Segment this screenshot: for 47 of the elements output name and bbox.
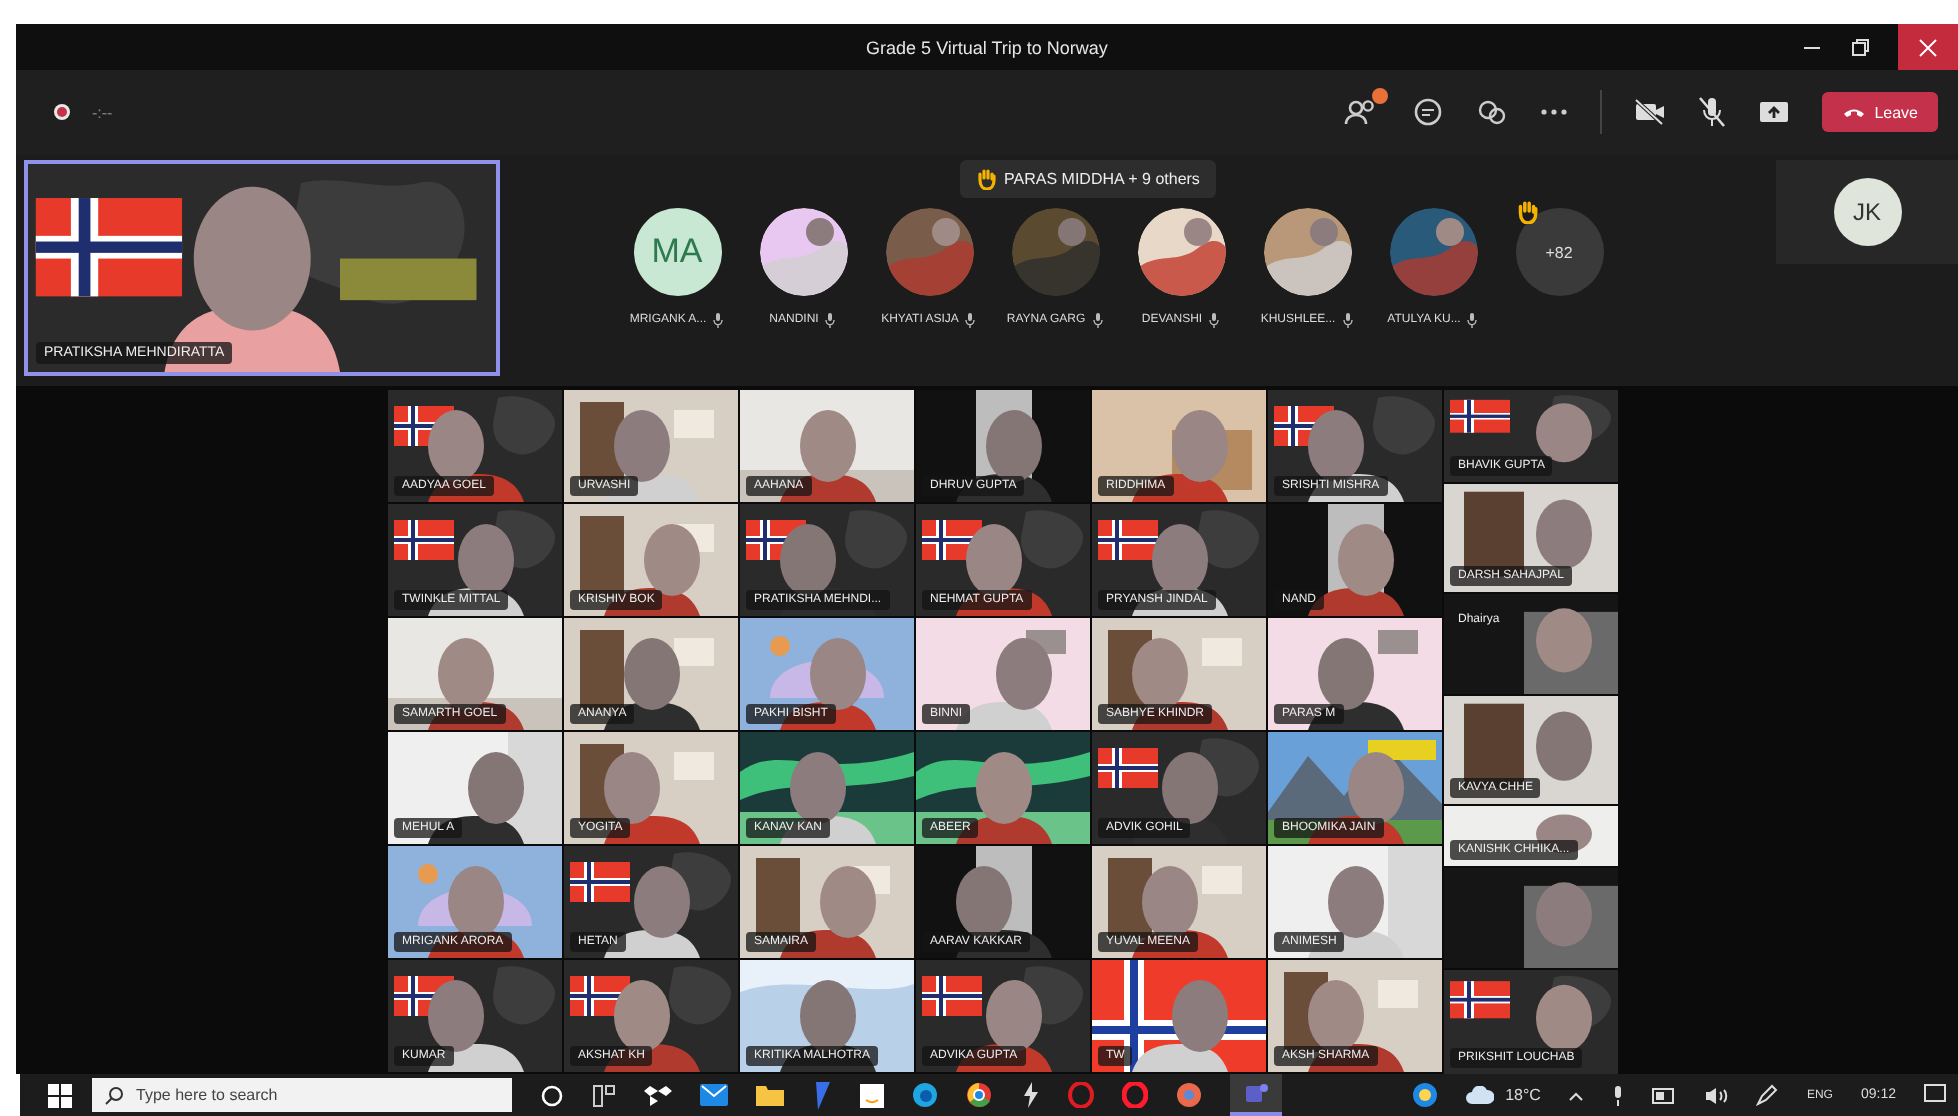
close-button[interactable] [1898,24,1958,70]
chat-icon[interactable] [1412,96,1445,128]
microphone-icon [1466,312,1479,328]
search-icon [104,1086,124,1106]
meeting-timer: -:-- [92,103,113,121]
share-screen-icon[interactable] [1758,98,1791,126]
microphone-icon [1341,312,1354,328]
teams-taskbar-button[interactable] [1230,1074,1282,1116]
microphone-icon [824,312,837,328]
raised-hands-text: PARAS MIDDHA + 9 others [1004,170,1200,188]
restore-icon[interactable] [1850,37,1870,57]
chevron-up-icon[interactable] [1568,1089,1585,1101]
start-icon[interactable] [48,1083,72,1107]
window-title: Grade 5 Virtual Trip to Norway [866,37,1108,57]
folder-icon[interactable] [756,1084,784,1106]
browser-icon[interactable] [966,1082,992,1108]
speaker-icon[interactable] [1704,1085,1729,1105]
raised-hand-icon [976,168,997,190]
help-icon[interactable] [1411,1082,1438,1108]
more-options-icon[interactable] [1540,108,1569,116]
microphone-off-icon[interactable] [1698,96,1727,128]
mail-icon[interactable] [700,1084,728,1106]
close-icon [1918,37,1938,57]
taskbar-app-icon[interactable] [860,1083,884,1107]
taskbar-app-icon[interactable] [592,1083,616,1107]
taskbar-app-icon[interactable] [1020,1082,1040,1108]
pen-icon[interactable] [1756,1084,1779,1106]
microphone-icon [964,312,977,328]
reactions-icon[interactable] [1476,96,1509,128]
microphone-icon [712,312,725,328]
cloud-icon [1465,1086,1494,1104]
battery-icon [1652,1087,1677,1103]
search-field[interactable]: Type here to search [92,1078,512,1112]
microphone-icon [1612,1085,1625,1105]
initials-avatar[interactable]: JK [1833,178,1901,246]
microphone-icon [1208,312,1221,328]
people-icon [1243,1080,1269,1106]
taskbar-app-icon[interactable] [644,1083,672,1107]
phone-icon [1842,104,1867,120]
browser-icon[interactable] [912,1082,938,1108]
microphone-icon [1091,312,1104,328]
initials-avatar[interactable]: MA [633,208,721,296]
weather-temperature: 18°C [1505,1086,1541,1104]
record-icon [52,102,72,122]
more-participants-button[interactable]: +82 [1515,208,1603,296]
camera-off-icon[interactable] [1634,98,1667,126]
leave-button[interactable]: Leave [1822,92,1938,132]
